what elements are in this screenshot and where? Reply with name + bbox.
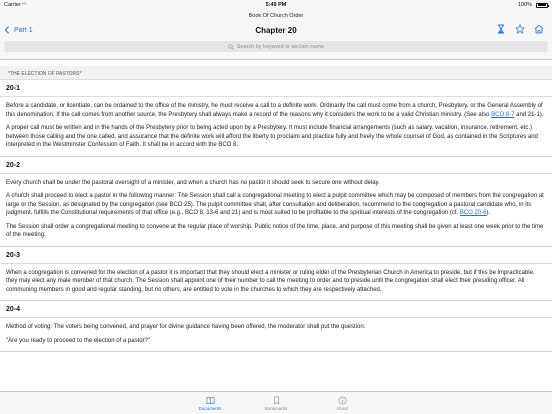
section-number: 20-4 xyxy=(0,301,552,318)
paragraph-text: A proper call must be written and in the… xyxy=(6,125,538,148)
home-icon[interactable] xyxy=(534,24,544,34)
section-20-2: 20-2 Every church shall be under the past… xyxy=(0,157,552,247)
section-heading: *THE ELECTION OF PASTORS* xyxy=(0,66,552,80)
tab-about[interactable]: About xyxy=(329,392,355,414)
tab-documents[interactable]: Documents xyxy=(197,392,223,414)
app-header: Book Of Church Order Part 1 Chapter 20 S… xyxy=(0,10,552,60)
section-paragraph: "Are you ready to proceed to the electio… xyxy=(6,337,546,346)
tab-bookmarks[interactable]: Bookmarks xyxy=(263,392,289,414)
paragraph-text: Method of voting: The voters being conve… xyxy=(6,324,366,330)
clock: 5:49 PM xyxy=(265,2,287,8)
cross-reference-link[interactable]: BCO 8-7 xyxy=(491,112,514,118)
section-number: 20-3 xyxy=(0,247,552,264)
section-paragraph: Before a candidate, or licentiate, can b… xyxy=(6,102,546,119)
app-title: Book Of Church Order xyxy=(248,13,304,19)
tab-bar: Documents Bookmarks About xyxy=(0,391,552,414)
bookmark-icon xyxy=(273,396,279,405)
document-content[interactable]: *THE ELECTION OF PASTORS* 20-1 Before a c… xyxy=(0,60,552,392)
paragraph-text: Before a candidate, or licentiate, can b… xyxy=(6,103,543,118)
section-list: 20-1 Before a candidate, or licentiate, c… xyxy=(0,80,552,352)
section-paragraph: A proper call must be written and in the… xyxy=(6,124,546,150)
section-20-1: 20-1 Before a candidate, or licentiate, c… xyxy=(0,80,552,157)
info-icon xyxy=(338,396,346,404)
book-icon xyxy=(206,396,214,404)
star-icon[interactable] xyxy=(515,24,525,34)
tab-bookmarks-label: Bookmarks xyxy=(264,405,288,411)
section-paragraph: Every church shall be under the pastoral… xyxy=(6,179,546,188)
section-paragraph: A church shall proceed to elect a pastor… xyxy=(6,192,546,218)
tab-about-label: About xyxy=(336,405,348,411)
paragraph-text: ). xyxy=(486,210,491,216)
paragraph-text: The Session shall order a congregational… xyxy=(6,223,544,239)
nav-actions xyxy=(496,24,544,34)
cross-reference-link[interactable]: BCO 20-6 xyxy=(460,210,487,216)
search-input[interactable]: Search by keyword or section name xyxy=(4,41,548,52)
status-bar: Carrier ◠ 5:49 PM 100% xyxy=(0,0,552,10)
battery-icon xyxy=(536,2,549,8)
paragraph-text: and 21-1). xyxy=(514,111,544,118)
paragraph-text: Every church shall be under the pastoral… xyxy=(6,179,380,186)
section-number: 20-1 xyxy=(0,80,552,97)
section-paragraph: Method of voting: The voters being conve… xyxy=(6,323,546,332)
chapter-title: Chapter 20 xyxy=(255,26,297,35)
section-paragraph: When a congregation is convened for the … xyxy=(6,269,546,295)
search-icon xyxy=(228,43,234,50)
paragraph-text: When a congregation is convened for the … xyxy=(6,269,535,293)
paragraph-text: "Are you ready to proceed to the electio… xyxy=(6,337,151,344)
hourglass-icon[interactable] xyxy=(496,24,506,34)
section-number: 20-2 xyxy=(0,157,552,174)
section-20-4: 20-4 Method of voting: The voters being c… xyxy=(0,301,552,352)
search-placeholder: Search by keyword or section name xyxy=(236,43,325,50)
section-20-3: 20-3 When a congregation is convened for … xyxy=(0,247,552,301)
section-paragraph: The Session shall order a congregational… xyxy=(6,223,546,240)
tab-documents-label: Documents xyxy=(198,405,222,411)
battery-percent: 100% xyxy=(517,2,532,8)
